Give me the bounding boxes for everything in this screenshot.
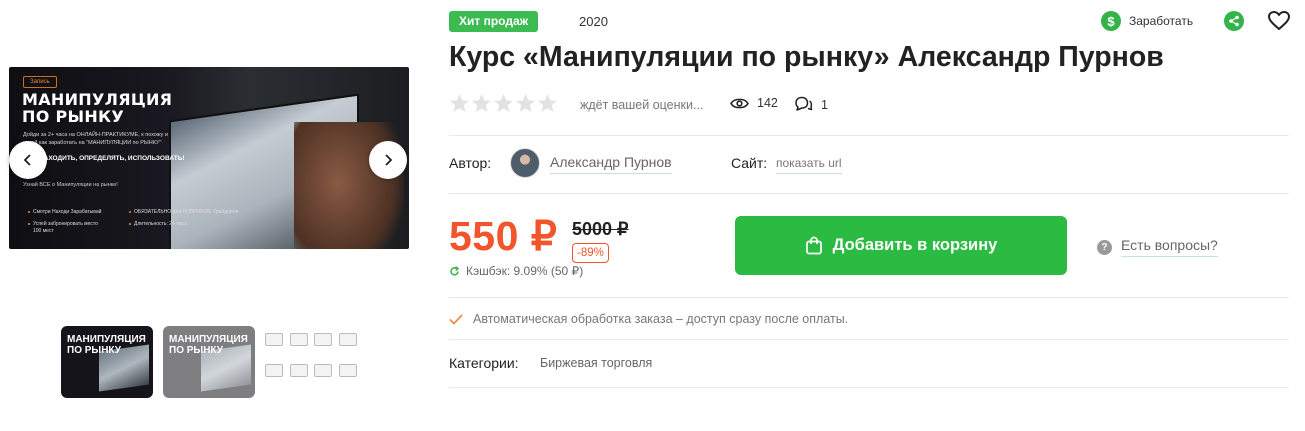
hero-title: МАНИПУЛЯЦИЯ ПО РЫНКУ [22, 90, 173, 126]
discount-badge: -89% [572, 243, 609, 263]
star-icon[interactable] [493, 93, 514, 114]
star-icon[interactable] [449, 93, 470, 114]
gallery-prev-button[interactable] [9, 141, 47, 179]
star-icon[interactable] [471, 93, 492, 114]
cashback-info: Кэшбэк: 9.09% (50 ₽) [449, 264, 583, 278]
thumb-title: МАНИПУЛЯЦИЯ ПО РЫНКУ [169, 334, 248, 356]
hero-feature: ОБЯЗАТЕЛЬНО для НОВИЧКОВ, Трейдеров [129, 209, 244, 216]
hero-feature: Смотри Находи Зарабатывай [28, 209, 123, 216]
star-icon[interactable] [515, 93, 536, 114]
share-icon [1229, 15, 1239, 27]
divider [449, 339, 1289, 340]
share-button[interactable] [1224, 11, 1244, 31]
comments-icon [795, 96, 813, 111]
rating-text: ждёт вашей оценки... [580, 98, 704, 112]
divider [449, 297, 1289, 298]
hero-feature: Успей забронировать место 100 мест [28, 221, 103, 235]
chevron-left-icon [23, 154, 31, 166]
shopping-bag-icon [805, 236, 822, 255]
bestseller-badge: Хит продаж [449, 11, 539, 32]
gallery-thumb-3[interactable] [265, 333, 360, 393]
earn-label: Заработать [1129, 14, 1194, 28]
author-avatar[interactable] [510, 148, 540, 178]
hero-feature: Длительность: 2+ часа [129, 221, 194, 228]
chevron-right-icon [385, 154, 393, 166]
refresh-icon [450, 265, 460, 276]
questions-link[interactable]: ? Есть вопросы? [1097, 237, 1218, 257]
cashback-text: Кэшбэк: 9.09% (50 ₽) [466, 264, 584, 278]
hero-subtitle: Дойди за 2+ часа на ОНЛАЙН-ПРАКТИКУМЕ, к… [23, 132, 168, 146]
hero-want: Узнай ВСЕ о Манипуляции на рынке! [23, 182, 118, 188]
year-label: 2020 [579, 14, 608, 29]
author-label: Автор: [449, 155, 492, 171]
gallery-thumb-1[interactable]: МАНИПУЛЯЦИЯ ПО РЫНКУ [61, 326, 153, 398]
gallery-next-button[interactable] [369, 141, 407, 179]
current-price: 550 ₽ [449, 213, 558, 259]
star-icon[interactable] [537, 93, 558, 114]
divider [449, 193, 1289, 194]
dollar-icon: $ [1101, 11, 1121, 31]
thumb-title: МАНИПУЛЯЦИЯ ПО РЫНКУ [67, 334, 146, 356]
gallery-thumb-2[interactable]: МАНИПУЛЯЦИЯ ПО РЫНКУ [163, 326, 255, 398]
questions-label: Есть вопросы? [1121, 237, 1218, 257]
categories-label: Категории: [449, 355, 519, 371]
add-to-cart-label: Добавить в корзину [832, 236, 998, 254]
category-link[interactable]: Биржевая торговля [540, 356, 652, 370]
views-count: 142 [757, 96, 778, 110]
hero-callout: НАХОДИТЬ, ОПРЕДЕЛЯТЬ, ИСПОЛЬЗОВАТЬ! [39, 155, 185, 162]
earn-button[interactable]: $ Заработать [1101, 11, 1193, 31]
auto-processing-note: Автоматическая обработка заказа – доступ… [449, 312, 848, 326]
show-url-link[interactable]: показать url [776, 156, 842, 174]
auto-processing-text: Автоматическая обработка заказа – доступ… [473, 312, 849, 326]
product-title: Курс «Манипуляции по рынку» Александр Пу… [449, 41, 1164, 73]
divider [449, 135, 1289, 136]
favorite-button[interactable] [1268, 11, 1290, 31]
site-label: Сайт: [731, 155, 768, 171]
product-main-image[interactable]: Запись МАНИПУЛЯЦИЯ ПО РЫНКУ Дойди за 2+ … [9, 67, 409, 249]
views-counter: 142 [730, 96, 778, 110]
question-icon: ? [1097, 239, 1112, 255]
rating-stars[interactable] [449, 93, 558, 114]
comments-counter[interactable]: 1 [794, 96, 828, 113]
checkmark-icon [449, 313, 463, 325]
hero-tag: Запись [23, 76, 57, 88]
old-price: 5000 ₽ [572, 219, 629, 239]
add-to-cart-button[interactable]: Добавить в корзину [735, 216, 1067, 275]
comments-count: 1 [821, 97, 828, 112]
heart-icon [1268, 11, 1290, 30]
divider [449, 387, 1289, 388]
eye-icon [730, 98, 749, 108]
author-link[interactable]: Александр Пурнов [550, 154, 672, 174]
